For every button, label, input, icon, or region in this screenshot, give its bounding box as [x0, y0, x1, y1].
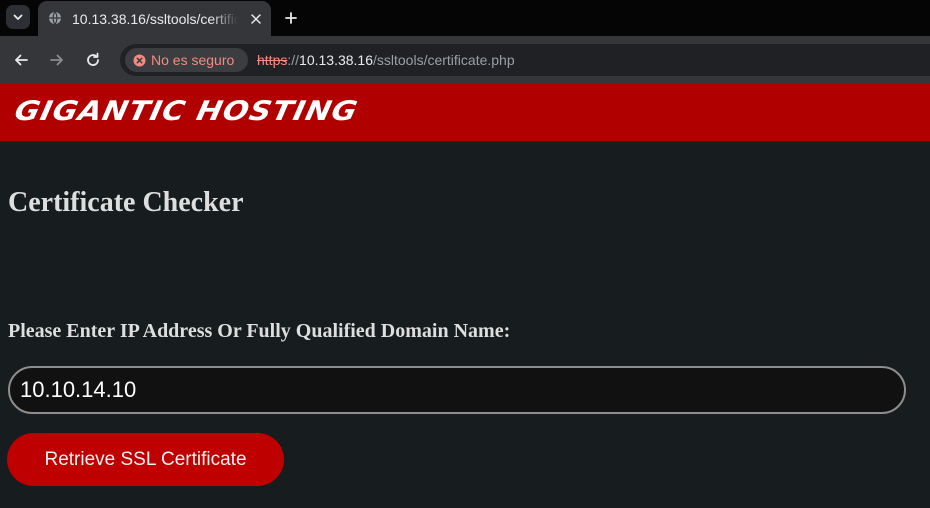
host-input[interactable] — [8, 366, 906, 414]
warning-icon — [133, 54, 146, 66]
host-field-label: Please Enter IP Address Or Fully Qualifi… — [8, 320, 511, 342]
reload-icon — [87, 52, 99, 66]
arrow-left-icon — [15, 54, 28, 66]
reload-button[interactable] — [81, 48, 105, 72]
forward-button[interactable] — [45, 48, 69, 72]
tab-strip: 10.13.38.16/ssltools/certificate.php — [0, 0, 930, 36]
url-scheme: https — [257, 52, 288, 68]
page-title: Certificate Checker — [8, 187, 244, 218]
url-host: 10.13.38.16 — [299, 52, 373, 68]
browser-toolbar: No es seguro https://10.13.38.16/ssltool… — [0, 36, 930, 84]
back-button[interactable] — [9, 48, 33, 72]
close-icon — [251, 14, 261, 24]
new-tab-button[interactable] — [279, 6, 303, 30]
tab-list-button[interactable] — [6, 5, 30, 29]
chevron-down-icon — [13, 14, 23, 20]
security-label: No es seguro — [151, 52, 235, 68]
tab-title: 10.13.38.16/ssltools/certificate.php — [72, 11, 238, 27]
arrow-right-icon — [50, 54, 63, 66]
tab-close-button[interactable] — [246, 9, 266, 29]
browser-tab[interactable]: 10.13.38.16/ssltools/certificate.php — [38, 1, 271, 36]
plus-icon — [285, 12, 297, 24]
url-text[interactable]: https://10.13.38.16/ssltools/certificate… — [257, 51, 515, 69]
retrieve-certificate-button[interactable]: Retrieve SSL Certificate — [7, 433, 284, 486]
site-banner: GIGANTIC HOSTING — [0, 84, 930, 142]
globe-icon — [49, 11, 61, 25]
url-separator: :// — [287, 52, 300, 68]
url-path: /ssltools/certificate.php — [373, 52, 515, 68]
site-logo: GIGANTIC HOSTING — [11, 95, 361, 128]
address-bar[interactable]: No es seguro https://10.13.38.16/ssltool… — [120, 44, 930, 76]
security-chip[interactable]: No es seguro — [125, 48, 248, 72]
